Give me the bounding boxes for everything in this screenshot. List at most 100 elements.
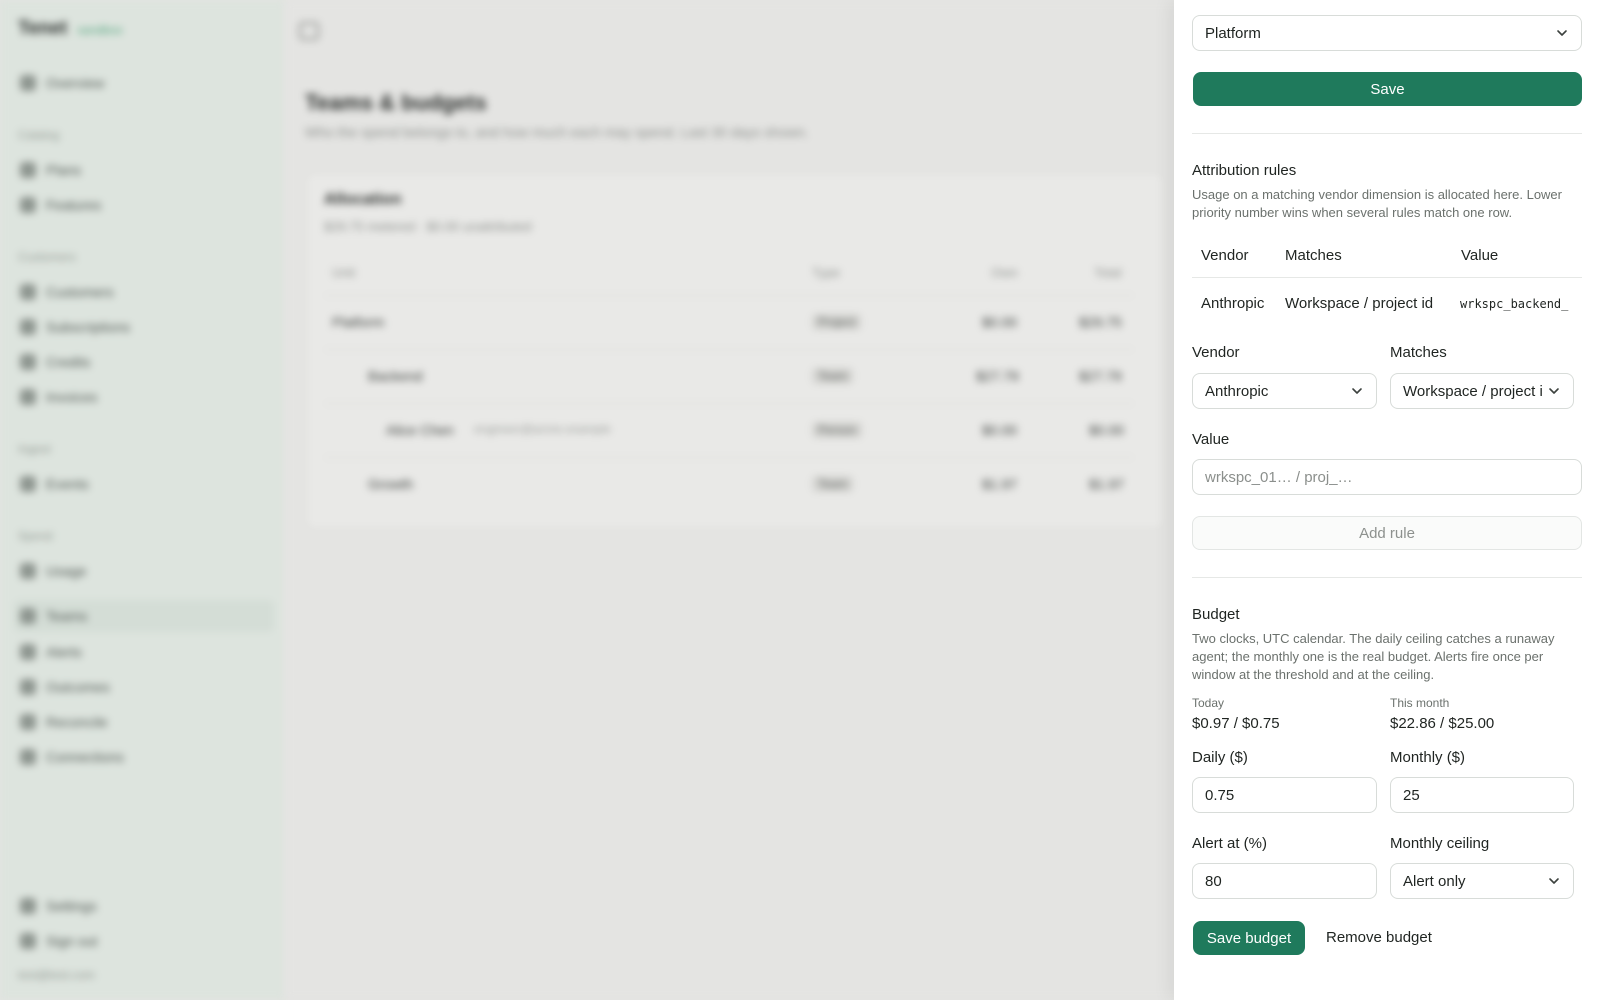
table-row[interactable]: Alice Chen engineer@acme.example Person … [324, 403, 1134, 457]
matches-select[interactable]: Workspace / project id [1390, 373, 1574, 409]
nav-section-ingest: Ingest [18, 442, 51, 456]
sidebar-item-features[interactable]: Features [18, 189, 274, 221]
alerts-icon [20, 644, 36, 660]
rules-header-matches: Matches [1285, 247, 1342, 264]
column-header-type: Type [812, 265, 841, 280]
sidebar-item-usage[interactable]: Usage [18, 555, 274, 587]
sidebar-item-alerts[interactable]: Alerts [18, 636, 274, 668]
rules-header-value: Value [1461, 247, 1499, 264]
table-row[interactable]: Platform Project $0.00 $29.75 [324, 295, 1134, 349]
attribution-description: Usage on a matching vendor dimension is … [1192, 187, 1562, 220]
alert-label: Alert at (%) [1192, 835, 1268, 852]
table-row[interactable]: Growth Team $1.97 $1.97 [324, 457, 1134, 511]
sidebar-item-sign-out[interactable]: Sign out [18, 925, 274, 957]
vendor-label: Vendor [1192, 344, 1240, 361]
rules-header-vendor: Vendor [1201, 247, 1249, 264]
matches-label: Matches [1390, 344, 1447, 361]
page-title: Teams & budgets [305, 90, 487, 115]
save-button[interactable]: Save [1193, 72, 1582, 106]
daily-budget-input[interactable] [1192, 777, 1377, 813]
edit-unit-drawer: Platform Save Attribution rules Usage on… [1174, 0, 1600, 1000]
chevron-down-icon [1551, 22, 1573, 44]
environment-badge: sandbox [77, 23, 123, 37]
gear-icon [20, 898, 36, 914]
reconcile-icon [20, 714, 36, 730]
ceiling-label: Monthly ceiling [1390, 835, 1490, 852]
customers-icon [20, 284, 36, 300]
nav-section-customers: Customers [18, 250, 77, 264]
sidebar-item-connections[interactable]: Connections [18, 741, 274, 773]
sidebar-item-reconcile[interactable]: Reconcile [18, 706, 274, 738]
brand-name: Tenet [18, 18, 68, 39]
chevron-down-icon [1543, 380, 1565, 402]
sidebar-item-teams[interactable]: Teams [14, 600, 274, 632]
month-value: $22.86 / $25.00 [1390, 715, 1495, 732]
user-email: test@test.com [18, 968, 95, 982]
vendor-select[interactable]: Anthropic [1192, 373, 1377, 409]
sidebar-item-outcomes[interactable]: Outcomes [18, 671, 274, 703]
attribution-title: Attribution rules [1192, 162, 1297, 179]
rule-value: wrkspc_backend_ [1460, 297, 1569, 311]
plans-icon [20, 162, 36, 178]
add-rule-button[interactable]: Add rule [1192, 516, 1582, 550]
teams-icon [20, 608, 36, 624]
column-header-unit: Unit [332, 265, 356, 280]
nav-section-catalog: Catalog [18, 128, 60, 142]
divider [1192, 133, 1582, 134]
sidebar-item-events[interactable]: Events [18, 468, 274, 500]
alert-threshold-input[interactable] [1192, 863, 1377, 899]
allocation-card: Allocation $29.75 metered · $0.00 unattr… [305, 172, 1165, 530]
page-subtitle: Who the spend belongs to, and how much e… [305, 124, 809, 140]
table-row[interactable]: Backend Team $27.79 $27.79 [324, 349, 1134, 403]
sidebar-item-overview[interactable]: Overview [18, 67, 274, 99]
rule-row[interactable]: Anthropic Workspace / project id wrkspc_… [1192, 278, 1600, 328]
nav-section-spend: Spend [18, 529, 53, 543]
monthly-ceiling-select[interactable]: Alert only [1390, 863, 1574, 899]
home-icon [20, 75, 36, 91]
subscriptions-icon [20, 319, 36, 335]
chevron-down-icon [1543, 870, 1565, 892]
rule-vendor: Anthropic [1201, 295, 1265, 312]
monthly-label: Monthly ($) [1390, 749, 1466, 766]
daily-label: Daily ($) [1192, 749, 1248, 766]
sidebar-item-subscriptions[interactable]: Subscriptions [18, 311, 274, 343]
matches-select-value: Workspace / project id [1403, 382, 1543, 400]
usage-icon [20, 563, 36, 579]
sidebar-item-credits[interactable]: Credits [18, 346, 274, 378]
today-value: $0.97 / $0.75 [1192, 715, 1280, 732]
monthly-budget-input[interactable] [1390, 777, 1574, 813]
credits-icon [20, 354, 36, 370]
parent-select-value: Platform [1205, 24, 1261, 42]
divider [1192, 577, 1582, 578]
invoices-icon [20, 389, 36, 405]
sidebar-item-plans[interactable]: Plans [18, 154, 274, 186]
sidebar-toggle-icon[interactable] [299, 22, 319, 40]
month-label: This month [1390, 696, 1450, 710]
allocation-title: Allocation [324, 191, 402, 208]
parent-select[interactable]: Platform [1192, 15, 1582, 51]
monthly-ceiling-value: Alert only [1403, 872, 1466, 890]
sidebar: Tenet sandbox Overview Catalog Plans Fea… [0, 0, 285, 1000]
column-header-own: Own [991, 265, 1018, 280]
connections-icon [20, 749, 36, 765]
sidebar-item-customers[interactable]: Customers [18, 276, 274, 308]
budget-title: Budget [1192, 606, 1240, 623]
features-icon [20, 197, 36, 213]
rule-matches: Workspace / project id [1285, 295, 1434, 312]
chevron-down-icon [1346, 380, 1368, 402]
budget-description: Two clocks, UTC calendar. The daily ceil… [1192, 631, 1555, 682]
sidebar-item-settings[interactable]: Settings [18, 890, 274, 922]
value-input[interactable] [1192, 459, 1582, 495]
today-label: Today [1192, 696, 1225, 710]
events-icon [20, 476, 36, 492]
vendor-select-value: Anthropic [1205, 382, 1269, 400]
save-budget-button[interactable]: Save budget [1193, 921, 1305, 955]
column-header-total: Total [1094, 265, 1122, 280]
brand: Tenet sandbox [18, 18, 123, 40]
sign-out-icon [20, 933, 36, 949]
sidebar-item-invoices[interactable]: Invoices [18, 381, 274, 413]
remove-budget-button[interactable]: Remove budget [1326, 929, 1432, 946]
outcomes-icon [20, 679, 36, 695]
allocation-subtitle: $29.75 metered · $0.00 unattributed [324, 219, 532, 234]
value-label: Value [1192, 431, 1230, 448]
